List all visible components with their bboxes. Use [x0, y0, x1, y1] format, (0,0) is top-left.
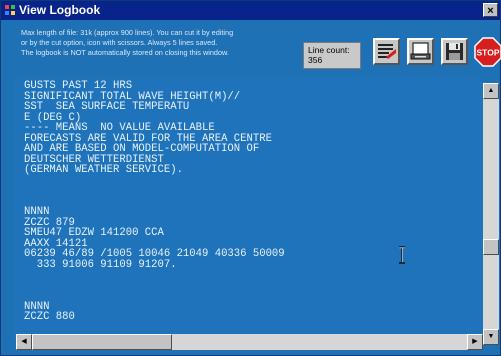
line-count-label: Line count:: [308, 45, 350, 55]
log-line: AND ARE BASED ON MODEL-COMPUTATION OF: [24, 143, 260, 155]
log-line: ZCZC 880: [24, 311, 75, 323]
cut-lines-icon: [378, 44, 396, 59]
stop-label: STOP: [477, 48, 500, 58]
line-count-value: 356: [308, 55, 323, 65]
logbook-window: View Logbook × Max length of file: 31k (…: [0, 0, 501, 356]
cut-lines-button[interactable]: [373, 38, 400, 65]
log-line: (GERMAN WEATHER SERVICE).: [24, 164, 183, 176]
log-line: ---- MEANS NO VALUE AVAILABLE: [24, 122, 215, 134]
log-line: SST SEA SURFACE TEMPERATU: [24, 101, 190, 113]
text-cursor-icon: [399, 246, 405, 264]
print-icon: [410, 42, 431, 60]
vertical-scroll-thumb[interactable]: [483, 239, 499, 255]
save-icon: [446, 43, 463, 60]
close-button[interactable]: ×: [483, 3, 498, 17]
log-line: 06239 46/89 /1005 10046 21049 40336 5000…: [24, 248, 285, 260]
horizontal-scroll-thumb[interactable]: [32, 334, 172, 350]
info-line: or by the cut option, icon with scissors…: [21, 38, 218, 47]
scroll-up-button[interactable]: ▲: [483, 83, 499, 99]
save-button[interactable]: [441, 38, 468, 65]
vertical-scrollbar[interactable]: ▲ ▼: [483, 83, 499, 345]
horizontal-scrollbar[interactable]: ◀ ▶: [16, 334, 483, 350]
stop-button[interactable]: STOP: [474, 37, 501, 67]
info-line: Max length of file: 31k (approx 900 line…: [21, 28, 234, 37]
app-icon: [5, 5, 15, 15]
scroll-left-button[interactable]: ◀: [16, 334, 32, 350]
scroll-down-button[interactable]: ▼: [483, 329, 499, 345]
log-text-area[interactable]: GUSTS PAST 12 HRS SIGNIFICANT TOTAL WAVE…: [13, 77, 483, 340]
log-line: 333 91006 91109 91207.: [24, 258, 177, 271]
scroll-right-button[interactable]: ▶: [467, 334, 483, 350]
info-line: The logbook is NOT automatically stored …: [21, 48, 229, 57]
info-text: Max length of file: 31k (approx 900 line…: [21, 28, 299, 58]
window-title: View Logbook: [19, 3, 101, 17]
log-line: SMEU47 EDZW 141200 CCA: [24, 227, 164, 239]
stop-icon: STOP: [474, 37, 501, 67]
line-count-box: Line count: 356: [303, 42, 361, 69]
log-line: NNNN: [24, 206, 50, 218]
log-line: GUSTS PAST 12 HRS: [24, 80, 133, 92]
title-bar[interactable]: View Logbook ×: [1, 1, 500, 20]
print-button[interactable]: [407, 38, 434, 65]
